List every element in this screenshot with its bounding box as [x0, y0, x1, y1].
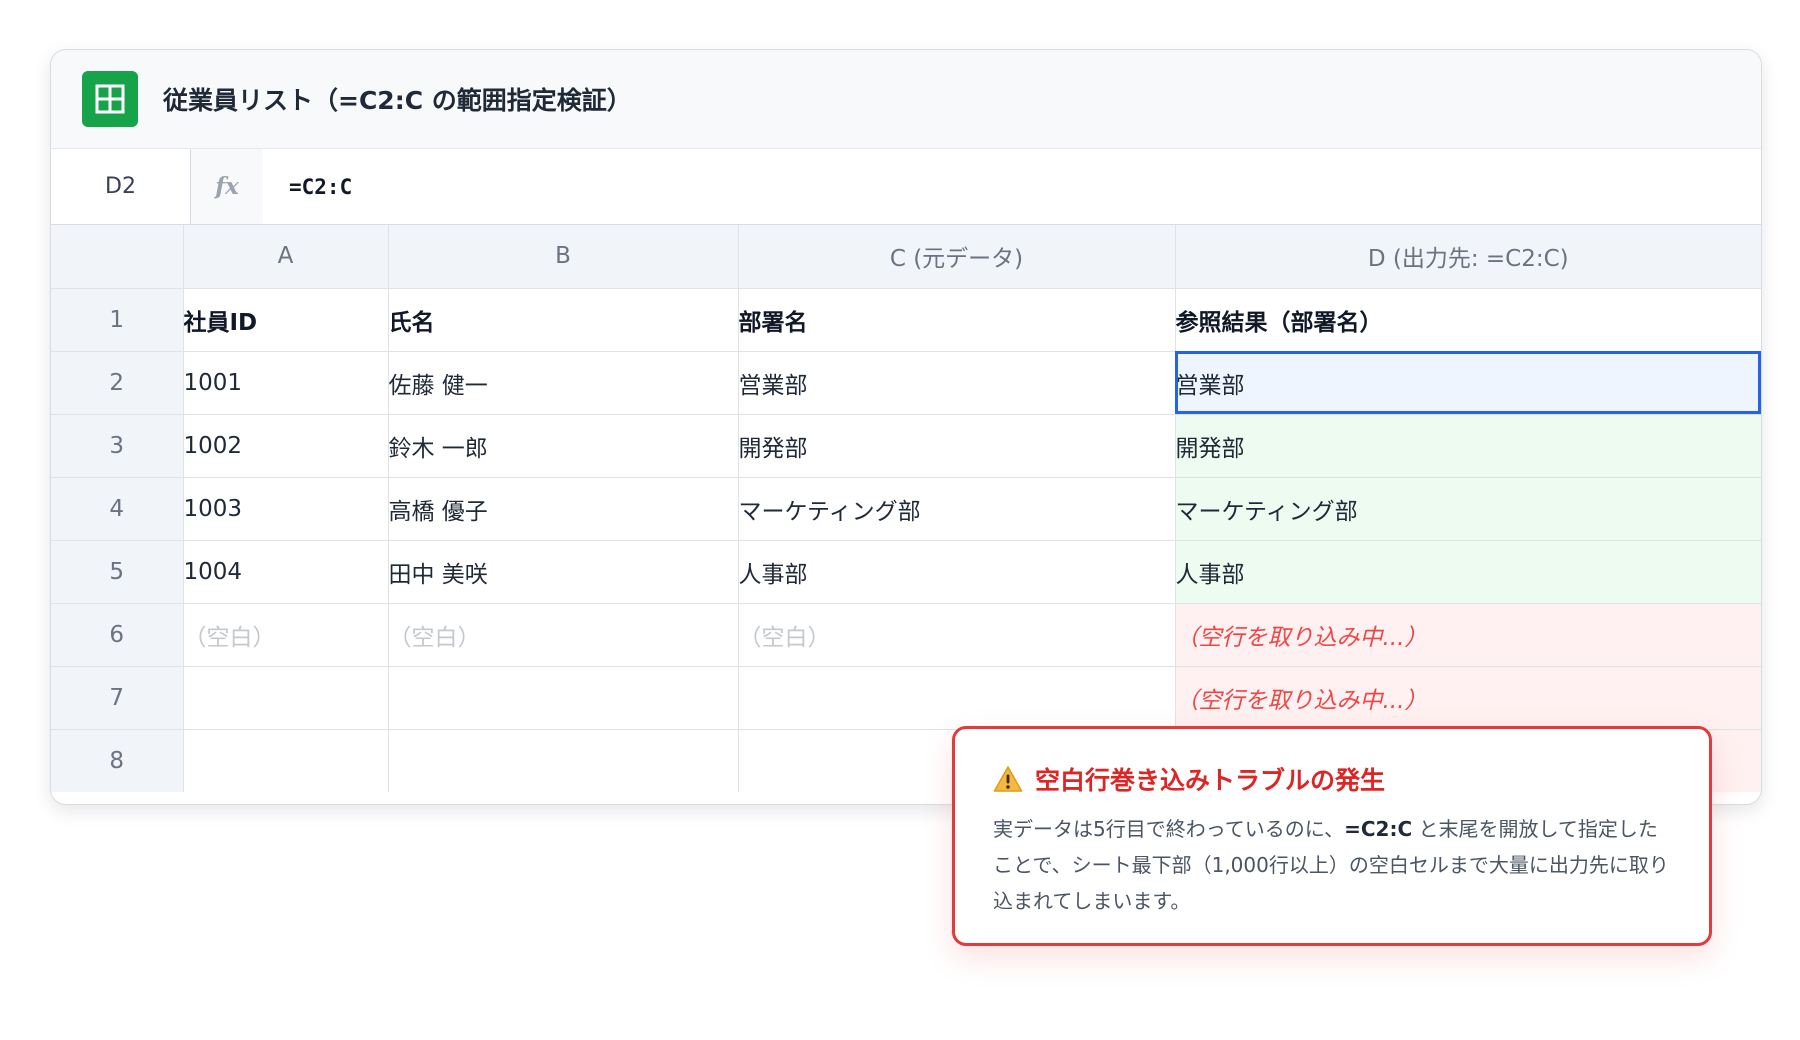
document-title: 従業員リスト（=C2:C の範囲指定検証） — [163, 86, 632, 115]
cell-c4[interactable]: マーケティング部 — [737, 476, 1176, 541]
cell-c2[interactable]: 営業部 — [737, 350, 1176, 415]
cell-b3[interactable]: 鈴木 一郎 — [387, 413, 739, 478]
cell-d1[interactable]: 参照結果（部署名） — [1174, 287, 1761, 352]
cell-a1[interactable]: 社員ID — [182, 287, 389, 352]
warning-title-row: 空白行巻き込みトラブルの発生 — [993, 759, 1673, 799]
warning-message: 実データは5行目で終わっているのに、=C2:C と末尾を開放して指定したことで、… — [993, 811, 1673, 919]
table-row: 3 1002 鈴木 一郎 開発部 開発部 — [51, 413, 1761, 478]
select-all-corner[interactable] — [51, 225, 184, 289]
cell-b7[interactable] — [387, 665, 739, 730]
cell-c7[interactable] — [737, 665, 1176, 730]
row-header[interactable]: 5 — [51, 539, 184, 604]
row-header[interactable]: 8 — [51, 728, 184, 792]
cell-b1[interactable]: 氏名 — [387, 287, 739, 352]
table-row: 4 1003 高橋 優子 マーケティング部 マーケティング部 — [51, 476, 1761, 541]
cell-d5[interactable]: 人事部 — [1174, 539, 1761, 604]
cell-d6[interactable]: （空行を取り込み中...） — [1174, 602, 1761, 667]
title-bar: 従業員リスト（=C2:C の範囲指定検証） — [51, 50, 1761, 149]
table-row: 7 （空行を取り込み中...） — [51, 665, 1761, 730]
cell-a4[interactable]: 1003 — [182, 476, 389, 541]
cell-a5[interactable]: 1004 — [182, 539, 389, 604]
row-header[interactable]: 3 — [51, 413, 184, 478]
spreadsheet-window: 従業員リスト（=C2:C の範囲指定検証） D2 fx A B C (元データ)… — [50, 49, 1762, 805]
cell-b8[interactable] — [387, 728, 739, 792]
cell-a3[interactable]: 1002 — [182, 413, 389, 478]
column-header-b[interactable]: B — [387, 225, 739, 289]
column-header-c[interactable]: C (元データ) — [737, 225, 1176, 289]
cell-c6[interactable]: （空白） — [737, 602, 1176, 667]
cell-a6[interactable]: （空白） — [182, 602, 389, 667]
formula-bar: D2 fx — [51, 149, 1761, 225]
cell-c1[interactable]: 部署名 — [737, 287, 1176, 352]
cell-a7[interactable] — [182, 665, 389, 730]
table-row: 5 1004 田中 美咲 人事部 人事部 — [51, 539, 1761, 604]
row-header[interactable]: 2 — [51, 350, 184, 415]
formula-input[interactable] — [263, 149, 1761, 224]
warning-formula: =C2:C — [1344, 817, 1413, 841]
cell-d2-selected[interactable]: 営業部 — [1174, 350, 1761, 415]
cell-b5[interactable]: 田中 美咲 — [387, 539, 739, 604]
cell-d7[interactable]: （空行を取り込み中...） — [1174, 665, 1761, 730]
row-header[interactable]: 4 — [51, 476, 184, 541]
column-header-a[interactable]: A — [182, 225, 389, 289]
cell-a2[interactable]: 1001 — [182, 350, 389, 415]
cell-d3[interactable]: 開発部 — [1174, 413, 1761, 478]
warning-callout: 空白行巻き込みトラブルの発生 実データは5行目で終わっているのに、=C2:C と… — [952, 726, 1712, 946]
table-row: 1 社員ID 氏名 部署名 参照結果（部署名） — [51, 287, 1761, 352]
warning-text-part-1: 実データは5行目で終わっているのに、 — [993, 817, 1345, 841]
table-row: 2 1001 佐藤 健一 営業部 営業部 — [51, 350, 1761, 415]
table-row: 6 （空白） （空白） （空白） （空行を取り込み中...） — [51, 602, 1761, 667]
row-header[interactable]: 7 — [51, 665, 184, 730]
cell-c5[interactable]: 人事部 — [737, 539, 1176, 604]
cell-b2[interactable]: 佐藤 健一 — [387, 350, 739, 415]
fx-icon: fx — [191, 149, 263, 224]
cell-a8[interactable] — [182, 728, 389, 792]
cell-b4[interactable]: 高橋 優子 — [387, 476, 739, 541]
spreadsheet-grid: A B C (元データ) D (出力先: =C2:C) 1 社員ID 氏名 部署… — [51, 225, 1761, 792]
cell-c3[interactable]: 開発部 — [737, 413, 1176, 478]
cell-d4[interactable]: マーケティング部 — [1174, 476, 1761, 541]
warning-title: 空白行巻き込みトラブルの発生 — [1035, 766, 1386, 795]
cell-reference-box[interactable]: D2 — [51, 149, 191, 224]
row-header[interactable]: 1 — [51, 287, 184, 352]
column-header-d[interactable]: D (出力先: =C2:C) — [1174, 225, 1761, 289]
row-header[interactable]: 6 — [51, 602, 184, 667]
cell-b6[interactable]: （空白） — [387, 602, 739, 667]
sheets-grid-icon — [82, 71, 138, 127]
warning-icon — [993, 766, 1023, 792]
